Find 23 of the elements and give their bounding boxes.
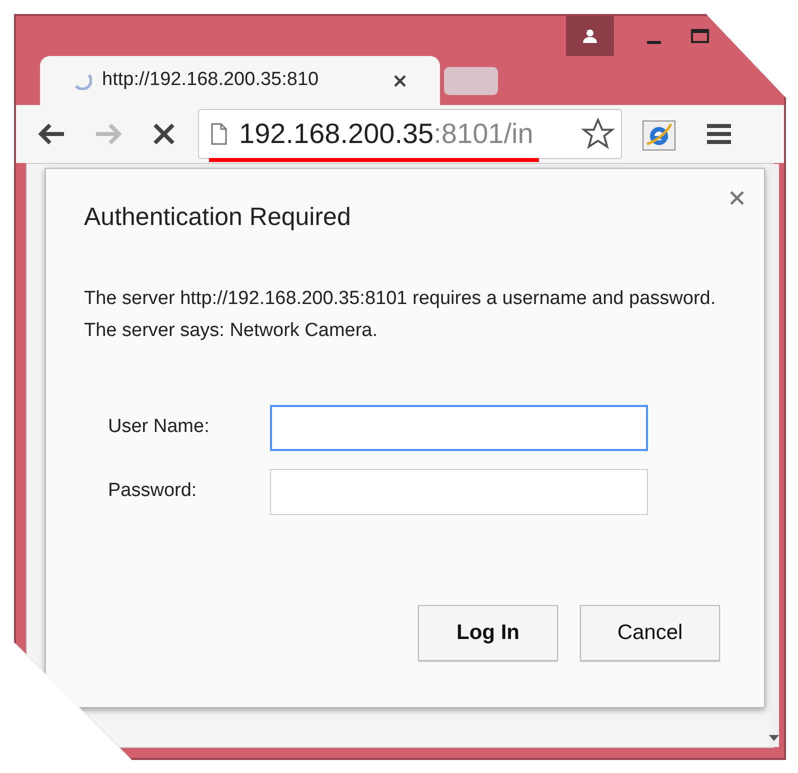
dialog-button[interactable]: Log In xyxy=(418,605,558,661)
field-label: Password: xyxy=(107,479,198,504)
dialog-button[interactable]: Cancel xyxy=(580,605,720,661)
close-icon[interactable] xyxy=(730,191,744,205)
tab-title: http://192.168.200.35:810 xyxy=(102,68,319,92)
close-icon[interactable] xyxy=(394,74,406,86)
url-text: 192.168.200.35:8101/in xyxy=(239,120,534,148)
person-icon xyxy=(582,28,598,44)
input-field[interactable] xyxy=(270,468,648,514)
profile-button[interactable] xyxy=(566,16,614,56)
loading-spinner-icon xyxy=(74,72,92,90)
dialog-message: The server http://192.168.200.35:8101 requires a username and password. The server says: Network Camera. xyxy=(84,286,717,342)
page-icon xyxy=(211,123,227,145)
address-bar[interactable]: 192.168.200.35:8101/in xyxy=(198,109,622,159)
browser-tab[interactable]: http://192.168.200.35:810 xyxy=(40,56,440,105)
stop-icon[interactable] xyxy=(152,122,176,146)
dialog-title: Authentication Required xyxy=(84,202,352,233)
scroll-down-arrow-icon[interactable] xyxy=(769,735,779,741)
field-label: User Name: xyxy=(107,415,210,440)
menu-icon[interactable] xyxy=(706,123,732,145)
star-icon[interactable] xyxy=(581,117,615,151)
input-field[interactable] xyxy=(270,404,648,450)
back-arrow-icon[interactable] xyxy=(36,122,66,146)
